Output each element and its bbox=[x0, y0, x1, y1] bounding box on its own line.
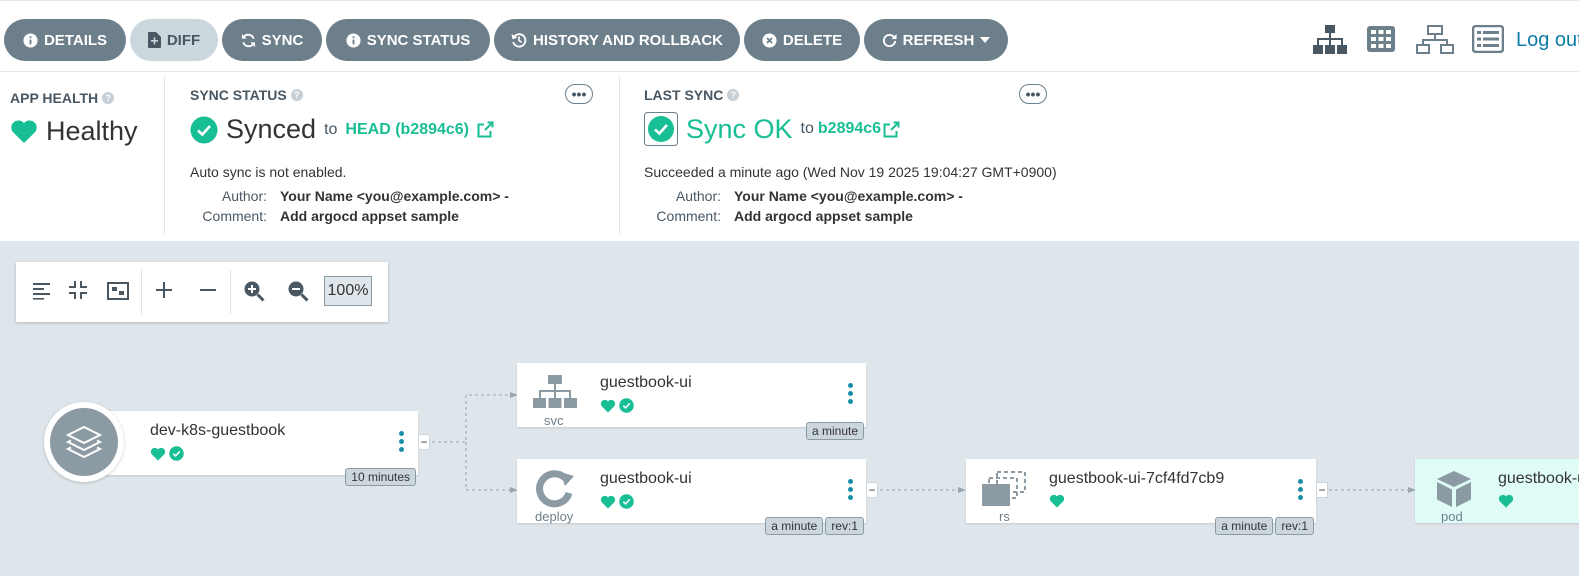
heart-icon bbox=[600, 399, 616, 412]
check-circle-icon bbox=[169, 446, 184, 461]
node-badges: a minute rev:1 bbox=[765, 517, 864, 535]
node-status bbox=[1049, 494, 1065, 508]
node-kind: pod bbox=[1441, 509, 1463, 523]
node-status bbox=[1498, 494, 1514, 508]
node-name: guestbook-ui-7cf4fd7cb9-xx bbox=[1498, 470, 1579, 487]
node-name: guestbook-ui bbox=[600, 470, 692, 487]
node-badges: 10 minutes bbox=[345, 468, 416, 486]
node-kind: deploy bbox=[535, 509, 574, 524]
revision-badge: rev:1 bbox=[1275, 517, 1314, 535]
heart-icon bbox=[1498, 494, 1514, 508]
heart-icon bbox=[1049, 494, 1065, 508]
app-node-icon-circle bbox=[44, 402, 124, 482]
node-menu-icon[interactable] bbox=[846, 383, 854, 404]
node-menu-icon[interactable] bbox=[846, 479, 854, 500]
node-badges: a minute bbox=[805, 422, 864, 440]
deployment-icon bbox=[536, 470, 574, 508]
heart-icon bbox=[150, 447, 166, 460]
app-node[interactable]: dev-k8s-guestbook 10 minutes bbox=[80, 411, 418, 486]
age-badge: a minute bbox=[805, 422, 864, 440]
pod-cube-icon bbox=[1437, 471, 1471, 507]
check-circle-icon bbox=[619, 494, 634, 509]
svc-node[interactable]: svc guestbook-ui a minute bbox=[517, 363, 866, 440]
pod-node[interactable]: pod guestbook-ui-7cf4fd7cb9-xx bbox=[1415, 459, 1579, 523]
node-name: guestbook-ui-7cf4fd7cb9 bbox=[1049, 470, 1225, 487]
check-circle-icon bbox=[619, 398, 634, 413]
revision-badge: rev:1 bbox=[825, 517, 864, 535]
layers-icon bbox=[65, 425, 103, 459]
node-kind: rs bbox=[999, 509, 1010, 524]
node-status bbox=[150, 446, 184, 461]
heart-icon bbox=[600, 495, 616, 508]
node-status bbox=[600, 494, 634, 509]
service-icon bbox=[533, 375, 577, 408]
age-badge: a minute bbox=[765, 517, 824, 535]
replicaset-icon bbox=[982, 471, 1026, 506]
node-name: dev-k8s-guestbook bbox=[150, 422, 286, 439]
collapse-toggle[interactable]: − bbox=[866, 482, 878, 498]
node-name: guestbook-ui bbox=[600, 374, 692, 391]
age-badge: a minute bbox=[1215, 517, 1274, 535]
node-badges: a minute rev:1 bbox=[1215, 517, 1314, 535]
node-menu-icon[interactable] bbox=[397, 431, 405, 452]
node-kind: svc bbox=[544, 413, 564, 428]
node-status bbox=[600, 398, 634, 413]
node-menu-icon[interactable] bbox=[1296, 479, 1304, 500]
age-badge: 10 minutes bbox=[345, 468, 416, 486]
deploy-node[interactable]: deploy guestbook-ui a minute rev:1 bbox=[517, 459, 866, 535]
collapse-toggle[interactable]: − bbox=[418, 434, 430, 450]
collapse-toggle[interactable]: − bbox=[1316, 482, 1328, 498]
replicaset-node[interactable]: rs guestbook-ui-7cf4fd7cb9 a minute rev:… bbox=[966, 459, 1316, 535]
